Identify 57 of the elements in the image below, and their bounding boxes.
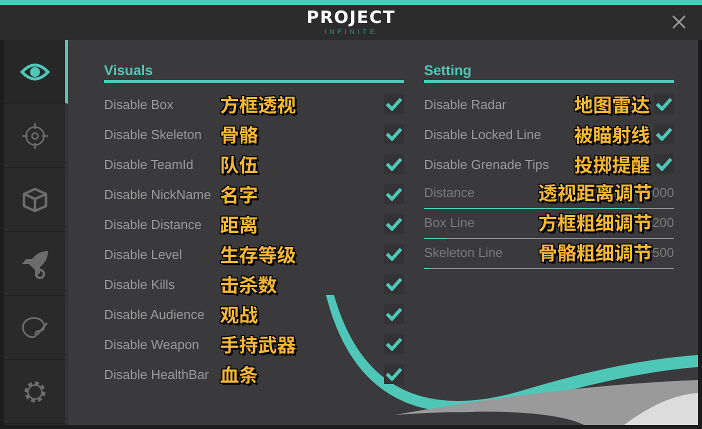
annotation-text: 方框透视 [220, 90, 298, 118]
option-label: Disable Audience [104, 306, 206, 322]
close-icon[interactable] [672, 15, 686, 29]
slider-label: Skeleton Line [424, 245, 503, 260]
annotation-text: 击杀数 [220, 270, 278, 298]
box-icon [22, 186, 48, 212]
checkbox[interactable] [654, 124, 674, 144]
checkbox[interactable] [384, 124, 404, 144]
option-label: Disable Kills [104, 276, 176, 292]
annotation-text: 地图雷达 [574, 90, 650, 118]
annotation-text: 投掷提醒 [574, 150, 650, 178]
annotation-text: 观战 [220, 300, 260, 328]
annotation-text: 骨骼粗细调节 [538, 239, 652, 266]
slider-value: 500 [652, 245, 674, 260]
annotation-text: 骨骼 [220, 120, 260, 148]
slider-value: 200 [652, 215, 674, 230]
checkbox[interactable] [384, 274, 404, 294]
slider-label: Distance [424, 185, 475, 200]
eye-icon [20, 62, 50, 82]
annotation-text: 距离 [220, 210, 260, 238]
section-heading: Visuals [104, 60, 404, 83]
option-label: Disable Locked Line [424, 126, 542, 142]
annotation-text: 被瞄射线 [574, 120, 650, 148]
checkbox[interactable] [384, 364, 404, 384]
annotation-text: 血条 [220, 360, 260, 388]
checkbox[interactable] [384, 334, 404, 354]
checkbox[interactable] [654, 154, 674, 174]
annotation-text: 名字 [220, 180, 260, 208]
annotation-text: 方框粗细调节 [538, 209, 652, 236]
option-label: Disable Radar [424, 96, 506, 112]
option-label: Disable Skeleton [104, 126, 203, 142]
annotation-text: 生存等级 [220, 240, 298, 268]
rocket-gear-icon [20, 248, 50, 278]
sidebar-tab[interactable] [4, 40, 68, 104]
option-label: Disable Weapon [104, 336, 200, 352]
option-label: Disable Box [104, 96, 174, 112]
checkbox[interactable] [384, 214, 404, 234]
option-label: Disable Distance [104, 216, 203, 232]
checkbox[interactable] [384, 184, 404, 204]
option-label: Disable Grenade Tips [424, 156, 550, 172]
annotation-text: 透视距离调节 [538, 179, 652, 206]
option-label: Disable NickName [104, 186, 212, 202]
checkbox[interactable] [384, 94, 404, 114]
checkbox[interactable] [384, 304, 404, 324]
option-label: Disable TeamId [104, 156, 194, 172]
option-label: Disable Level [104, 246, 184, 262]
annotation-text: 手持武器 [220, 330, 298, 358]
logo-title: PROJECT [306, 10, 396, 26]
annotation-text: 队伍 [220, 150, 260, 178]
checkbox[interactable] [384, 244, 404, 264]
checkbox[interactable] [384, 154, 404, 174]
section-heading: Setting [424, 60, 674, 83]
slider-value: 000 [652, 185, 674, 200]
option-label: Disable HealthBar [104, 366, 210, 382]
crosshair-icon [22, 122, 48, 148]
checkbox[interactable] [654, 94, 674, 114]
slider-label: Box Line [424, 215, 475, 230]
